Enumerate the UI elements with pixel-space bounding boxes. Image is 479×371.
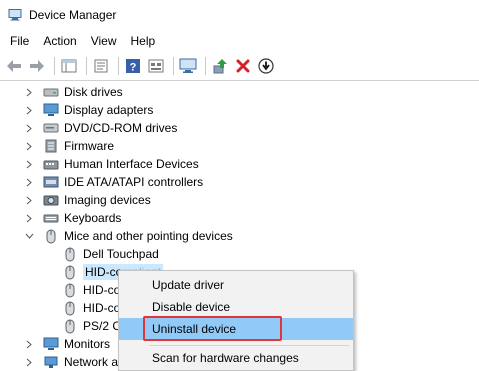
chevron-right-icon[interactable] [24,191,34,209]
tree-item-network-adapters[interactable]: Network a [24,353,118,371]
keyboard-icon [43,211,59,225]
tree-item-label: Human Interface Devices [64,157,199,171]
tree-item-label: Firmware [64,139,114,153]
toolbar-separator [205,57,206,75]
menu-separator [149,345,349,346]
menu-bar: File Action View Help [0,30,479,52]
tree-item-keyboards[interactable]: Keyboards [24,209,121,227]
tree-item-hid-compliant-3[interactable]: HID-co [62,299,120,317]
tree-item-label: Keyboards [64,211,122,225]
chevron-down-icon[interactable] [24,227,34,245]
svg-text:?: ? [130,62,137,74]
title-bar: Device Manager [0,0,479,30]
tree-item-mice[interactable]: Mice and other pointing devices [24,227,233,245]
tree-item-label: PS/2 C [83,319,122,333]
dvd-drive-icon [43,121,59,135]
chevron-right-icon[interactable] [24,83,34,101]
tree-item-label: Disk drives [64,85,123,99]
uninstall-icon[interactable] [233,56,253,76]
tree-item-display-adapters[interactable]: Display adapters [24,101,153,119]
chevron-right-icon[interactable] [24,209,34,227]
network-adapter-icon [43,355,59,369]
tree-item-label: HID-co [83,283,121,297]
tree-item-hid-compliant-2[interactable]: HID-co [62,281,120,299]
menu-view[interactable]: View [87,34,121,48]
tree-item-label: Mice and other pointing devices [64,229,233,243]
mouse-icon [62,319,78,333]
menu-help[interactable]: Help [127,34,160,48]
context-menu: Update driver Disable device Uninstall d… [118,270,354,371]
chevron-right-icon[interactable] [24,119,34,137]
tree-item-human-interface-devices[interactable]: Human Interface Devices [24,155,199,173]
ide-controller-icon [43,175,59,189]
toolbar-separator [86,57,87,75]
hid-icon [43,157,59,171]
mouse-icon [62,283,78,297]
tree-item-label: Network a [64,355,119,369]
back-icon[interactable] [4,56,24,76]
tree-item-label: Monitors [64,337,111,351]
forward-icon[interactable] [27,56,47,76]
chevron-right-icon[interactable] [24,155,34,173]
tree-item-disk-drives[interactable]: Disk drives [24,83,123,101]
tree-item-label: DVD/CD-ROM drives [64,121,178,135]
menu-item-update-driver[interactable]: Update driver [119,274,353,296]
chevron-right-icon[interactable] [24,335,34,353]
tree-item-ide-controllers[interactable]: IDE ATA/ATAPI controllers [24,173,203,191]
chevron-right-icon[interactable] [24,173,34,191]
toolbar-separator [118,57,119,75]
menu-item-disable-device[interactable]: Disable device [119,296,353,318]
firmware-icon [43,139,59,153]
tree-item-label: Display adapters [64,103,154,117]
properties-icon[interactable] [91,56,111,76]
tree-top-border [0,80,479,81]
tree-item-firmware[interactable]: Firmware [24,137,114,155]
tree-item-label: HID-co [83,301,121,315]
tree-item-imaging-devices[interactable]: Imaging devices [24,191,151,209]
tree-item-ps2[interactable]: PS/2 C [62,317,121,335]
tree-item-dell-touchpad[interactable]: Dell Touchpad [62,245,159,263]
disk-drive-icon [43,85,59,99]
toolbar: ? [0,54,479,78]
monitor-icon [43,337,59,351]
mouse-icon [43,229,59,243]
scan-icon[interactable] [256,56,276,76]
display-adapter-icon [43,103,59,117]
window-title: Device Manager [29,8,117,22]
menu-item-scan-hardware[interactable]: Scan for hardware changes [119,347,353,369]
show-hide-tree-icon[interactable] [59,56,79,76]
menu-action[interactable]: Action [39,34,80,48]
chevron-right-icon[interactable] [24,101,34,119]
toolbar-separator [173,57,174,75]
annotation-highlight-box [143,316,282,341]
device-manager-icon [8,9,22,21]
monitor-icon[interactable] [178,56,198,76]
mouse-icon [62,247,78,261]
update-driver-icon[interactable] [210,56,230,76]
help-icon[interactable]: ? [123,56,143,76]
menu-file[interactable]: File [6,34,33,48]
mouse-icon [62,265,78,279]
tree-item-monitors[interactable]: Monitors [24,335,110,353]
tree-item-label: Imaging devices [64,193,151,207]
view-icon[interactable] [146,56,166,76]
tree-item-label: IDE ATA/ATAPI controllers [64,175,204,189]
tree-item-dvd-drives[interactable]: DVD/CD-ROM drives [24,119,177,137]
toolbar-separator [54,57,55,75]
chevron-right-icon[interactable] [24,137,34,155]
mouse-icon [62,301,78,315]
camera-icon [43,193,59,207]
tree-item-label: Dell Touchpad [83,247,159,261]
chevron-right-icon[interactable] [24,353,34,371]
